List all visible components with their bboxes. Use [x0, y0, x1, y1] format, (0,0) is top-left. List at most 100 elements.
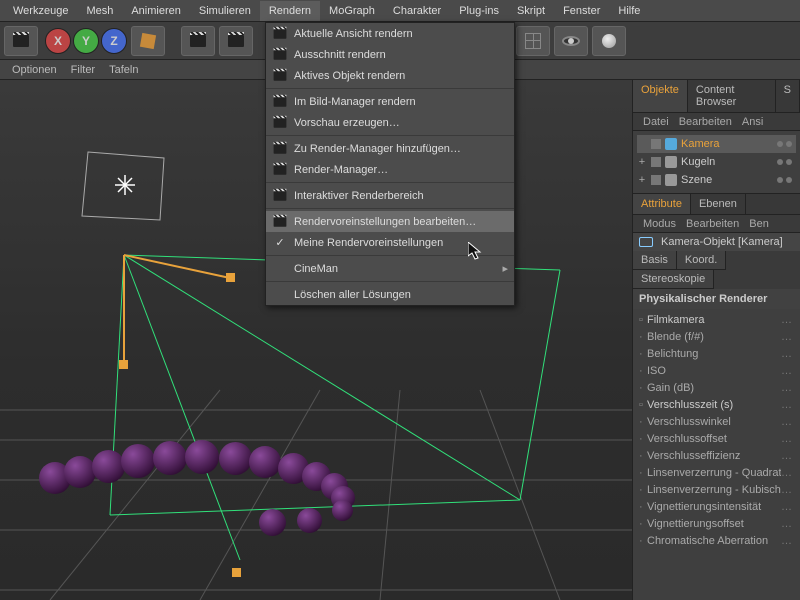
- menu-item[interactable]: Im Bild-Manager rendern: [266, 91, 514, 112]
- tree-row[interactable]: + Szene: [637, 171, 796, 189]
- tree-row[interactable]: + Kugeln: [637, 153, 796, 171]
- menu-fenster[interactable]: Fenster: [554, 1, 609, 21]
- attr-subtab[interactable]: Koord.: [677, 251, 726, 270]
- panel-menu[interactable]: Bearbeiten: [686, 218, 739, 230]
- property-row[interactable]: ·Verschlusseffizienz…: [639, 447, 794, 464]
- axis-z-button[interactable]: Z: [101, 28, 127, 54]
- submenu-arrow-icon: ▸: [502, 262, 514, 275]
- menu-mesh[interactable]: Mesh: [77, 1, 122, 21]
- panel-tab[interactable]: Attribute: [633, 194, 691, 214]
- object-name: Szene: [681, 174, 712, 186]
- menu-plug-ins[interactable]: Plug-ins: [450, 1, 508, 21]
- property-row[interactable]: ·Belichtung…: [639, 345, 794, 362]
- viewport-option[interactable]: Optionen: [12, 64, 57, 76]
- menu-item-label: Löschen aller Lösungen: [294, 289, 411, 301]
- property-row[interactable]: ·Chromatische Aberration…: [639, 532, 794, 549]
- menu-item[interactable]: Render-Manager…: [266, 159, 514, 180]
- menu-item[interactable]: Löschen aller Lösungen: [266, 284, 514, 305]
- panel-menu[interactable]: Modus: [643, 218, 676, 230]
- panel-tab[interactable]: S: [776, 80, 800, 112]
- menu-item-label: Aktuelle Ansicht rendern: [294, 28, 413, 40]
- menu-item[interactable]: Rendervoreinstellungen bearbeiten…: [266, 211, 514, 232]
- property-label: Verschlusswinkel: [647, 416, 781, 428]
- menu-werkzeuge[interactable]: Werkzeuge: [4, 1, 77, 21]
- tool-button[interactable]: [131, 26, 165, 56]
- viewport-sphere: [332, 500, 353, 521]
- render-button[interactable]: [181, 26, 215, 56]
- view-button[interactable]: [516, 26, 550, 56]
- axis-y-button[interactable]: Y: [73, 28, 99, 54]
- object-name: Kamera: [681, 138, 720, 150]
- attr-subtab[interactable]: Stereoskopie: [633, 270, 714, 289]
- property-row[interactable]: ·Linsenverzerrung - Quadrat…: [639, 464, 794, 481]
- viewport-sphere: [185, 440, 219, 474]
- expand-icon[interactable]: +: [637, 156, 647, 168]
- property-label: Vignettierungsintensität: [647, 501, 781, 513]
- panel-tab[interactable]: Objekte: [633, 80, 688, 112]
- attribute-tabs: AttributeEbenen: [633, 194, 800, 215]
- menu-skript[interactable]: Skript: [508, 1, 554, 21]
- axis-x-button[interactable]: X: [45, 28, 71, 54]
- panel-menu[interactable]: Bearbeiten: [679, 116, 732, 128]
- menu-item[interactable]: Aktives Objekt rendern: [266, 65, 514, 86]
- side-panels: ObjekteContent BrowserS Datei Bearbeiten A…: [632, 80, 800, 600]
- property-row[interactable]: ·Linsenverzerrung - Kubisch…: [639, 481, 794, 498]
- menu-item[interactable]: Aktuelle Ansicht rendern: [266, 23, 514, 44]
- menu-item-label: Im Bild-Manager rendern: [294, 96, 416, 108]
- bullet-icon: ·: [639, 382, 647, 394]
- clap-icon: [270, 68, 290, 84]
- menu-hilfe[interactable]: Hilfe: [609, 1, 649, 21]
- panel-menu[interactable]: Ansi: [742, 116, 763, 128]
- panel-menu[interactable]: Ben: [749, 218, 769, 230]
- menu-item-label: CineMan: [294, 263, 338, 275]
- panel-tab[interactable]: Ebenen: [691, 194, 746, 214]
- menu-item[interactable]: Zu Render-Manager hinzufügen…: [266, 138, 514, 159]
- menu-item[interactable]: Ausschnitt rendern: [266, 44, 514, 65]
- attr-subtab[interactable]: Basis: [633, 251, 677, 270]
- property-row[interactable]: ▫Filmkamera…: [639, 311, 794, 328]
- menu-charakter[interactable]: Charakter: [384, 1, 450, 21]
- panel-menu[interactable]: Datei: [643, 116, 669, 128]
- viewport-sphere: [64, 456, 96, 488]
- viewport-sphere: [249, 446, 281, 478]
- property-row[interactable]: ·Gain (dB)…: [639, 379, 794, 396]
- attribute-subtabs-row1: BasisKoord.: [633, 251, 800, 270]
- viewport-sphere: [259, 509, 286, 536]
- menu-animieren[interactable]: Animieren: [122, 1, 190, 21]
- camera-button[interactable]: [554, 26, 588, 56]
- property-row[interactable]: ·Blende (f/#)…: [639, 328, 794, 345]
- menu-simulieren[interactable]: Simulieren: [190, 1, 260, 21]
- objects-tabs: ObjekteContent BrowserS: [633, 80, 800, 113]
- property-row[interactable]: ·Vignettierungsintensität…: [639, 498, 794, 515]
- viewport-option[interactable]: Tafeln: [109, 64, 138, 76]
- tree-row[interactable]: Kamera: [637, 135, 796, 153]
- menu-separator: [266, 281, 514, 282]
- menu-item[interactable]: Vorschau erzeugen…: [266, 112, 514, 133]
- menu-separator: [266, 182, 514, 183]
- render-region-button[interactable]: [219, 26, 253, 56]
- object-icon: [665, 174, 677, 186]
- menu-item-label: Vorschau erzeugen…: [294, 117, 400, 129]
- bullet-icon: ·: [639, 535, 647, 547]
- property-row[interactable]: ▫Verschlusszeit (s)…: [639, 396, 794, 413]
- expand-icon[interactable]: +: [637, 174, 647, 186]
- tool-button[interactable]: [4, 26, 38, 56]
- property-row[interactable]: ·Verschlusswinkel…: [639, 413, 794, 430]
- property-row[interactable]: ·Vignettierungsoffset…: [639, 515, 794, 532]
- menu-mograph[interactable]: MoGraph: [320, 1, 384, 21]
- panel-tab[interactable]: Content Browser: [688, 80, 776, 112]
- blank-icon: [270, 287, 290, 303]
- bullet-icon: ·: [639, 467, 647, 479]
- light-button[interactable]: [592, 26, 626, 56]
- property-row[interactable]: ·Verschlussoffset…: [639, 430, 794, 447]
- menu-item-label: Aktives Objekt rendern: [294, 70, 405, 82]
- menu-item-label: Meine Rendervoreinstellungen: [294, 237, 443, 249]
- viewport-sphere: [153, 441, 187, 475]
- expand-icon[interactable]: [637, 138, 647, 150]
- viewport-option[interactable]: Filter: [71, 64, 95, 76]
- property-row[interactable]: ·ISO…: [639, 362, 794, 379]
- attribute-property-list: ▫Filmkamera…·Blende (f/#)…·Belichtung…·I…: [633, 309, 800, 551]
- menu-rendern[interactable]: Rendern: [260, 1, 320, 21]
- object-tree[interactable]: Kamera + Kugeln + Szene: [633, 131, 800, 193]
- menu-item[interactable]: Interaktiver Renderbereich: [266, 185, 514, 206]
